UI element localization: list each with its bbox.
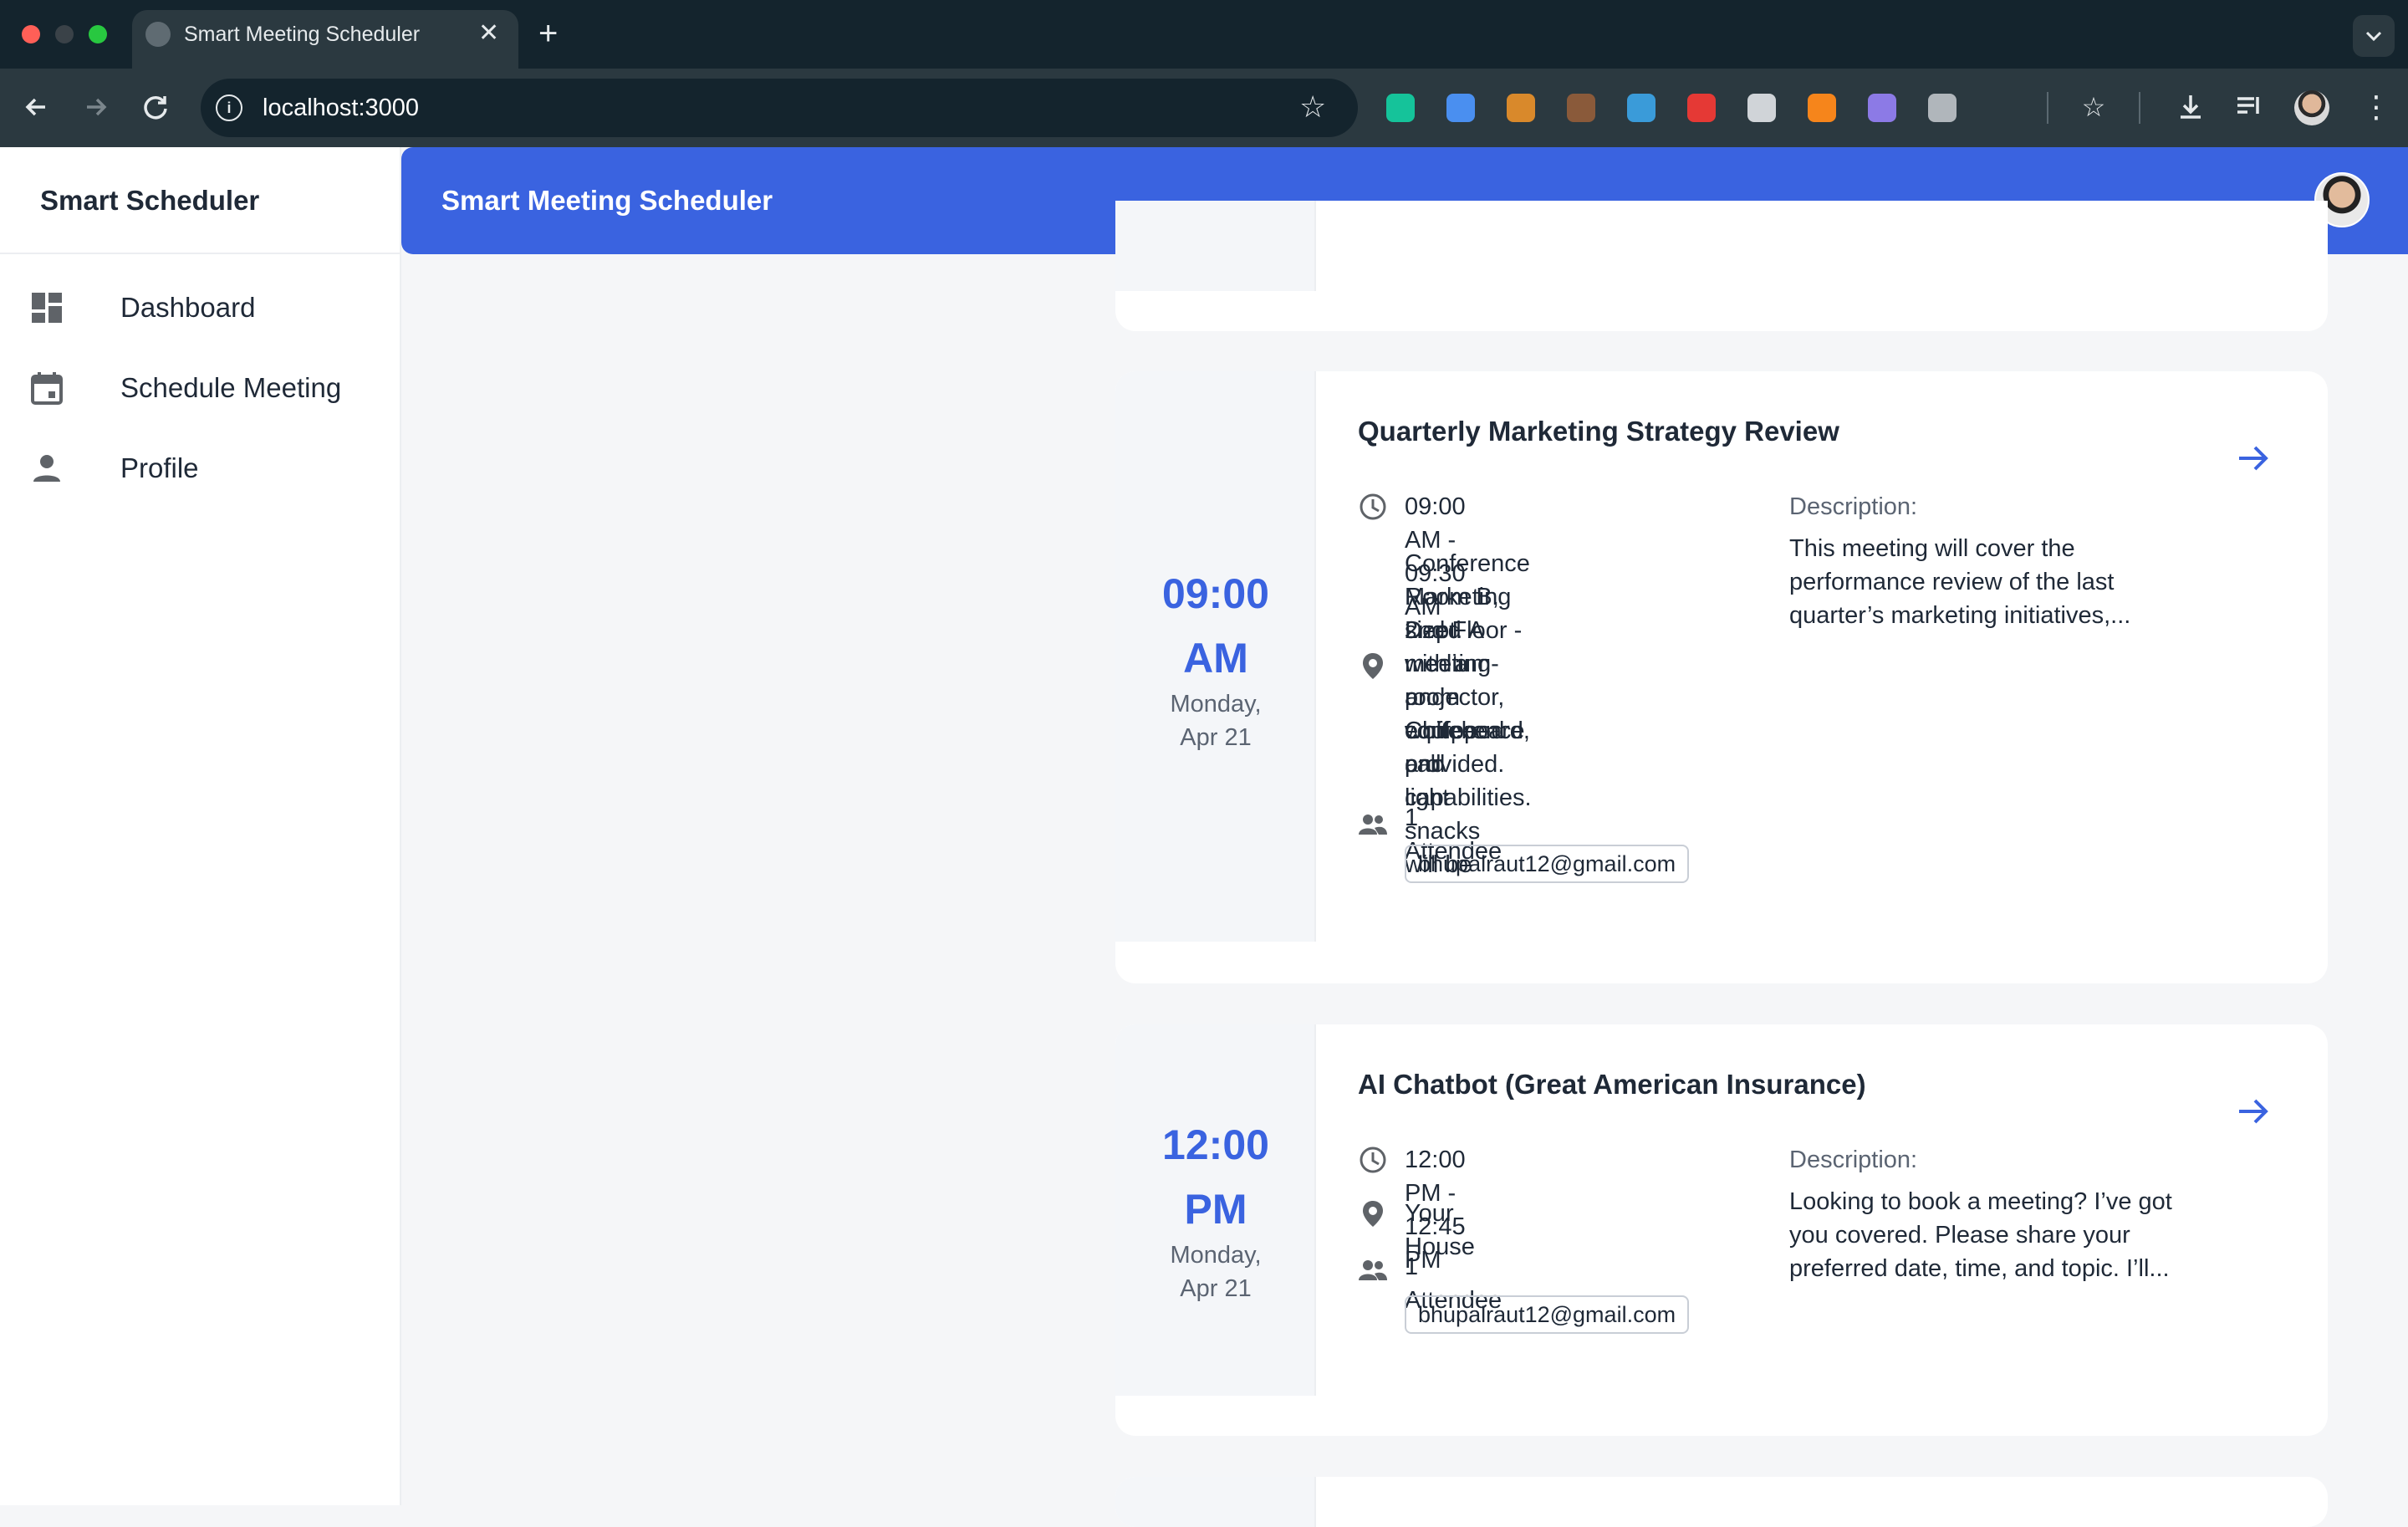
url-text[interactable]: localhost:3000 (263, 94, 419, 122)
sidebar-item-profile[interactable]: Profile (0, 432, 401, 505)
person-icon (33, 455, 60, 482)
youtube-extension-icon[interactable] (1687, 94, 1716, 122)
meeting-start-time: 12:00 (1162, 1121, 1269, 1168)
clock-icon (1360, 1147, 1386, 1173)
meeting-card (1115, 1477, 2328, 1527)
back-button[interactable] (18, 89, 55, 125)
sidebar-item-label: Profile (120, 452, 199, 483)
location-pin-icon (1363, 1201, 1383, 1227)
meeting-time-column: 12:00 PM Monday, Apr 21 (1115, 1024, 1316, 1396)
cookie-extension-icon[interactable] (1507, 94, 1535, 122)
browser-toolbar: i localhost:3000 ☆ ☆ ⋮ (0, 69, 2408, 147)
sidebar-divider (0, 253, 401, 254)
attendee-email-chip: bhupalraut12@gmail.com (1405, 1295, 1690, 1334)
arrow-left-icon (25, 98, 45, 116)
meeting-card (1115, 201, 2328, 331)
meeting-time-column: 09:00 AM Monday, Apr 21 (1115, 371, 1316, 942)
tab-title: Smart Meeting Scheduler (184, 23, 421, 46)
meeting-start-time: 09:00 (1162, 570, 1269, 617)
globe-icon (145, 22, 171, 47)
extension-2-icon[interactable] (1446, 94, 1475, 122)
address-bar[interactable]: i localhost:3000 ☆ (201, 79, 1358, 137)
sidebar: Smart Scheduler Dashboard Schedule Meeti… (0, 147, 401, 1505)
reload-icon (144, 95, 167, 120)
description-line: Looking to book a meeting? I’ve got (1789, 1188, 2172, 1215)
arrow-right-icon[interactable] (2232, 1091, 2273, 1131)
meeting-date: Apr 21 (1180, 724, 1252, 751)
meeting-title[interactable]: AI Chatbot (Great American Insurance) (1358, 1066, 1866, 1103)
sidebar-item-dashboard[interactable]: Dashboard (0, 271, 401, 345)
meeting-day: Monday, (1170, 691, 1262, 718)
arrow-right-icon[interactable] (2232, 438, 2273, 478)
description-label: Description: (1789, 493, 1918, 520)
description-line: quarter’s marketing initiatives,... (1789, 602, 2131, 629)
meeting-title[interactable]: Quarterly Marketing Strategy Review (1358, 413, 1839, 450)
screenshot-extension-icon[interactable] (1627, 94, 1656, 122)
minimize-window-button[interactable] (55, 25, 74, 43)
meeting-date: Apr 21 (1180, 1275, 1252, 1302)
forward-button[interactable] (77, 89, 114, 125)
sidebar-item-label: Dashboard (120, 292, 256, 323)
dashboard-icon (32, 293, 62, 323)
favorites-icon[interactable]: ☆ (2077, 90, 2110, 124)
browser-tab[interactable]: Smart Meeting Scheduler ✕ (132, 10, 518, 69)
new-tab-button[interactable]: + (538, 13, 558, 54)
extension-9-icon[interactable] (1868, 94, 1896, 122)
sidebar-item-label: Schedule Meeting (120, 372, 342, 403)
metamask-extension-icon[interactable] (1808, 94, 1836, 122)
media-control-icon[interactable] (2232, 90, 2266, 124)
extension-7-icon[interactable] (1747, 94, 1776, 122)
close-window-button[interactable] (22, 25, 40, 43)
chevron-down-icon (2365, 31, 2382, 42)
calendar-icon (31, 372, 63, 405)
location-line: provided. (1405, 751, 1505, 778)
app-title: Smart Meeting Scheduler (441, 185, 773, 216)
extension-4-icon[interactable] (1567, 94, 1595, 122)
tab-close-icon[interactable]: ✕ (478, 17, 499, 50)
browser-menu-icon[interactable]: ⋮ (2361, 89, 2391, 125)
meeting-day: Monday, (1170, 1242, 1262, 1269)
download-icon[interactable] (2174, 90, 2207, 124)
site-info-icon[interactable]: i (216, 94, 242, 121)
clock-icon (1360, 493, 1386, 520)
people-icon (1359, 1260, 1387, 1280)
sidebar-item-schedule-meeting[interactable]: Schedule Meeting (0, 351, 401, 425)
meeting-time-column (1115, 201, 1316, 291)
toolbar-divider (2047, 92, 2048, 124)
bookmark-star-icon[interactable]: ☆ (1299, 90, 1326, 124)
reload-button[interactable] (137, 89, 174, 125)
browser-tab-bar: Smart Meeting Scheduler ✕ + (0, 0, 2408, 69)
camera-extension-icon[interactable] (1928, 94, 1956, 122)
description-line: This meeting will cover the (1789, 535, 2075, 562)
sidebar-brand: Smart Scheduler (40, 185, 260, 216)
attendee-email-chip: bhupalraut12@gmail.com (1405, 845, 1690, 883)
toolbar-divider (2139, 92, 2140, 124)
location-pin-icon (1363, 653, 1383, 679)
description-line: preferred date, time, and topic. I’ll... (1789, 1255, 2170, 1282)
grammarly-extension-icon[interactable] (1386, 94, 1415, 122)
description-line: performance review of the last (1789, 569, 2115, 595)
meeting-card[interactable]: 09:00 AM Monday, Apr 21 Quarterly Market… (1115, 371, 2328, 983)
browser-profile-avatar[interactable] (2294, 90, 2329, 125)
maximize-window-button[interactable] (89, 25, 107, 43)
meeting-start-ampm: PM (1184, 1186, 1247, 1233)
description-line: you covered. Please share your (1789, 1222, 2130, 1249)
arrow-right-icon (87, 98, 107, 116)
meeting-time-column (1115, 1477, 1316, 1527)
description-label: Description: (1789, 1147, 1918, 1173)
people-icon (1359, 815, 1387, 835)
tab-search-button[interactable] (2353, 15, 2395, 57)
meeting-start-ampm: AM (1183, 635, 1248, 682)
meeting-card[interactable]: 12:00 PM Monday, Apr 21 AI Chatbot (Grea… (1115, 1024, 2328, 1436)
